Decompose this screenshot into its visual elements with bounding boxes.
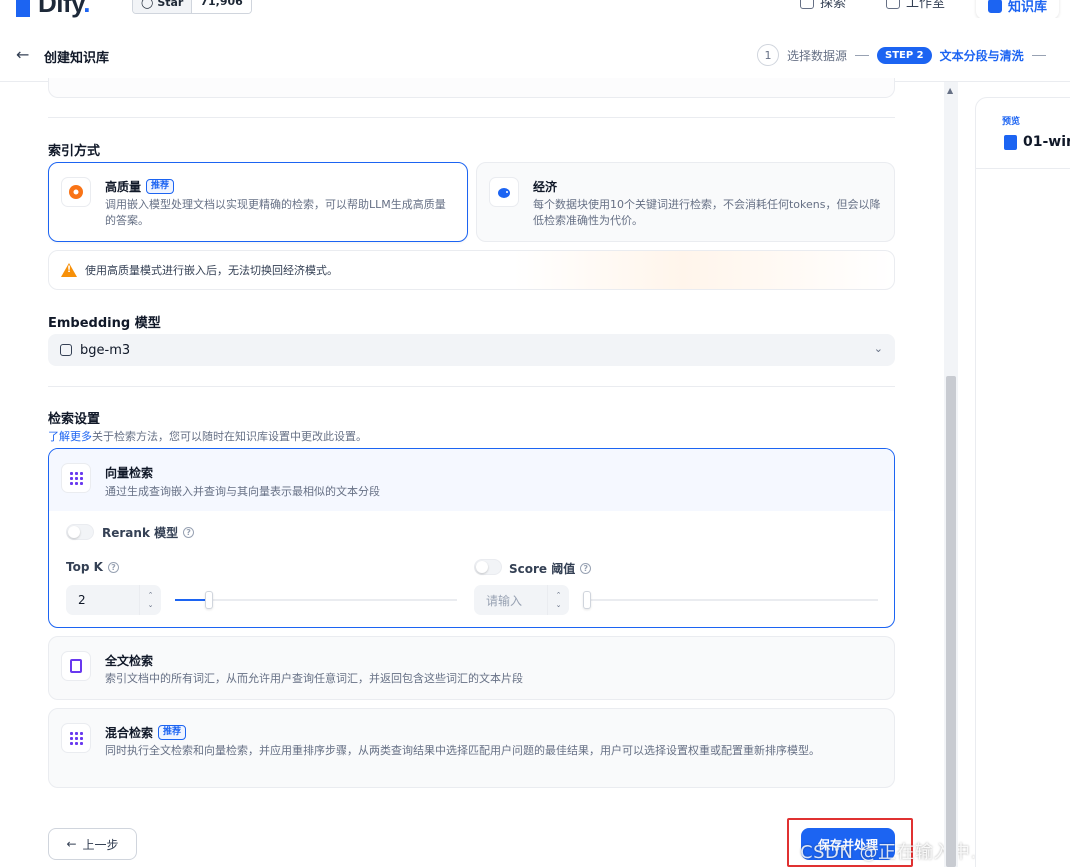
vector-search-header[interactable]: 向量检索 通过生成查询嵌入并查询与其向量表示最相似的文本分段 [49,449,894,511]
compass-icon [800,0,814,9]
previous-step-button[interactable]: ← 上一步 [48,828,137,860]
preview-divider [976,168,1070,169]
step-connector [1031,54,1046,56]
score-threshold-label: Score 阈值 [509,562,576,576]
nav-knowledge[interactable]: 知识库 [976,0,1060,18]
nav-explore-label: 探索 [820,0,847,11]
nav-studio-label: 工作室 [906,0,946,11]
economy-title: 经济 [533,180,558,194]
help-icon[interactable]: ? [580,563,592,574]
segment-settings-card-bottom [48,78,895,98]
github-star-badge[interactable]: ◯ Star 71,906 [132,0,252,14]
vector-grid-icon [61,463,91,493]
vector-search-desc: 通过生成查询嵌入并查询与其向量表示最相似的文本分段 [105,485,380,498]
star-count: 71,906 [191,0,251,13]
retrieval-learn-more: 了解更多关于检索方法，您可以随时在知识库设置中更改此设置。 [48,428,367,444]
star-label: Star [157,0,184,9]
rerank-label: Rerank 模型 [102,526,179,540]
hybrid-title: 混合检索 [105,726,154,740]
score-threshold-input[interactable]: 请输入 ⌃ ⌄ [474,585,569,615]
step-connector [855,54,870,56]
retrieval-option-fulltext[interactable]: 全文检索 索引文档中的所有词汇，从而允许用户查询任意词汇，并返回包含这些词汇的文… [48,636,895,700]
score-stepper[interactable]: ⌃ ⌄ [547,585,569,615]
preview-panel: 预览 01-wir [975,97,1070,867]
model-provider-icon [60,344,72,356]
vector-search-title: 向量检索 [105,466,154,480]
score-slider-thumb[interactable] [583,591,591,609]
step-2-label: 文本分段与清洗 [939,48,1024,63]
help-icon[interactable]: ? [107,561,119,573]
score-threshold-toggle[interactable] [474,559,502,575]
hybrid-grid-icon [61,723,91,753]
retrieval-option-hybrid[interactable]: 混合检索 推荐 同时执行全文检索和向量检索，并应用重排序步骤，从两类查询结果中选… [48,708,895,788]
index-method-title: 索引方式 [48,144,101,159]
vertical-scrollbar[interactable]: ▲ [944,82,958,867]
economy-desc: 每个数据块使用10个关键词进行检索，不会消耗任何tokens，但会以降低检索准确… [533,198,881,227]
topk-label: Top K [66,560,103,574]
recommended-tag: 推荐 [158,725,187,740]
topk-slider-thumb[interactable] [204,591,213,609]
nav-knowledge-label: 知识库 [1008,0,1048,15]
hybrid-desc: 同时执行全文检索和向量检索，并应用重排序步骤，从两类查询结果中选择匹配用户问题的… [105,744,820,757]
preview-file-selector[interactable]: 01-wir [1004,134,1070,150]
retrieval-settings-title: 检索设置 [48,412,101,427]
arrow-left-icon: ← [66,837,77,851]
word-file-icon [1004,134,1017,150]
index-option-high-quality[interactable]: 高质量 推荐 调用嵌入模型处理文档以实现更精确的检索，可以帮助LLM生成高质量的… [48,162,468,242]
topk-stepper[interactable]: ⌃ ⌄ [139,585,161,615]
topk-slider[interactable] [175,591,457,609]
step-2-badge: STEP 2 [877,46,932,64]
page-title: 创建知识库 [44,51,110,66]
learn-more-link[interactable]: 了解更多 [48,430,92,443]
help-icon[interactable]: ? [183,527,195,538]
logo-mark-icon [16,0,30,17]
embedding-model-value: bge-m3 [80,342,131,358]
topk-input[interactable]: 2 ⌃ ⌄ [66,585,161,615]
book-icon [988,0,1002,13]
previous-step-label: 上一步 [82,837,119,852]
step-indicator: 1 选择数据源 STEP 2 文本分段与清洗 [757,44,1046,66]
score-threshold-placeholder: 请输入 [486,593,523,608]
studio-icon [886,0,900,9]
warning-text: 使用高质量模式进行嵌入后，无法切换回经济模式。 [85,264,338,277]
high-quality-warning: 使用高质量模式进行嵌入后，无法切换回经济模式。 [48,250,895,290]
section-divider [48,386,895,387]
embedding-model-title: Embedding 模型 [48,316,161,331]
recommended-tag: 推荐 [146,179,175,194]
dify-logo[interactable]: Dify. [16,0,90,18]
preview-label: 预览 [1002,117,1021,127]
topk-value: 2 [78,593,86,607]
top-navbar: Dify. ◯ Star 71,906 探索 工作室 知识库 [0,0,1070,18]
back-arrow-icon[interactable]: ← [16,45,29,64]
high-quality-icon [61,177,91,207]
retrieval-option-vector[interactable]: 向量检索 通过生成查询嵌入并查询与其向量表示最相似的文本分段 Rerank 模型… [48,448,895,628]
high-quality-title: 高质量 [105,180,142,194]
warning-icon [61,263,77,277]
github-icon: ◯ [141,0,154,9]
high-quality-desc: 调用嵌入模型处理文档以实现更精确的检索，可以帮助LLM生成高质量的答案。 [105,198,446,227]
embedding-model-select[interactable]: bge-m3 ⌄ [48,334,895,366]
step-1-number: 1 [757,44,779,66]
preview-file-name: 01-wir [1023,134,1070,150]
score-threshold-slider[interactable] [583,591,878,609]
section-divider [48,117,895,118]
document-search-icon [61,651,91,681]
page-header: ← 创建知识库 1 选择数据源 STEP 2 文本分段与清洗 [0,28,1070,82]
chevron-down-icon: ⌄ [873,342,883,355]
logo-text: Dify [38,0,84,18]
index-option-economy[interactable]: 经济 每个数据块使用10个关键词进行检索，不会消耗任何tokens，但会以降低检… [476,162,895,242]
nav-studio[interactable]: 工作室 [886,0,945,11]
topk-slider-fill [175,599,209,601]
learn-more-text: 关于检索方法，您可以随时在知识库设置中更改此设置。 [92,430,367,443]
nav-explore[interactable]: 探索 [800,0,846,11]
piggy-bank-icon [489,177,519,207]
rerank-toggle[interactable] [66,524,94,540]
step-1-label: 选择数据源 [787,48,848,63]
fulltext-title: 全文检索 [105,654,154,668]
scrollbar-thumb[interactable] [946,376,956,867]
fulltext-desc: 索引文档中的所有词汇，从而允许用户查询任意词汇，并返回包含这些词汇的文本片段 [105,672,523,685]
scroll-up-icon[interactable]: ▲ [947,86,953,95]
